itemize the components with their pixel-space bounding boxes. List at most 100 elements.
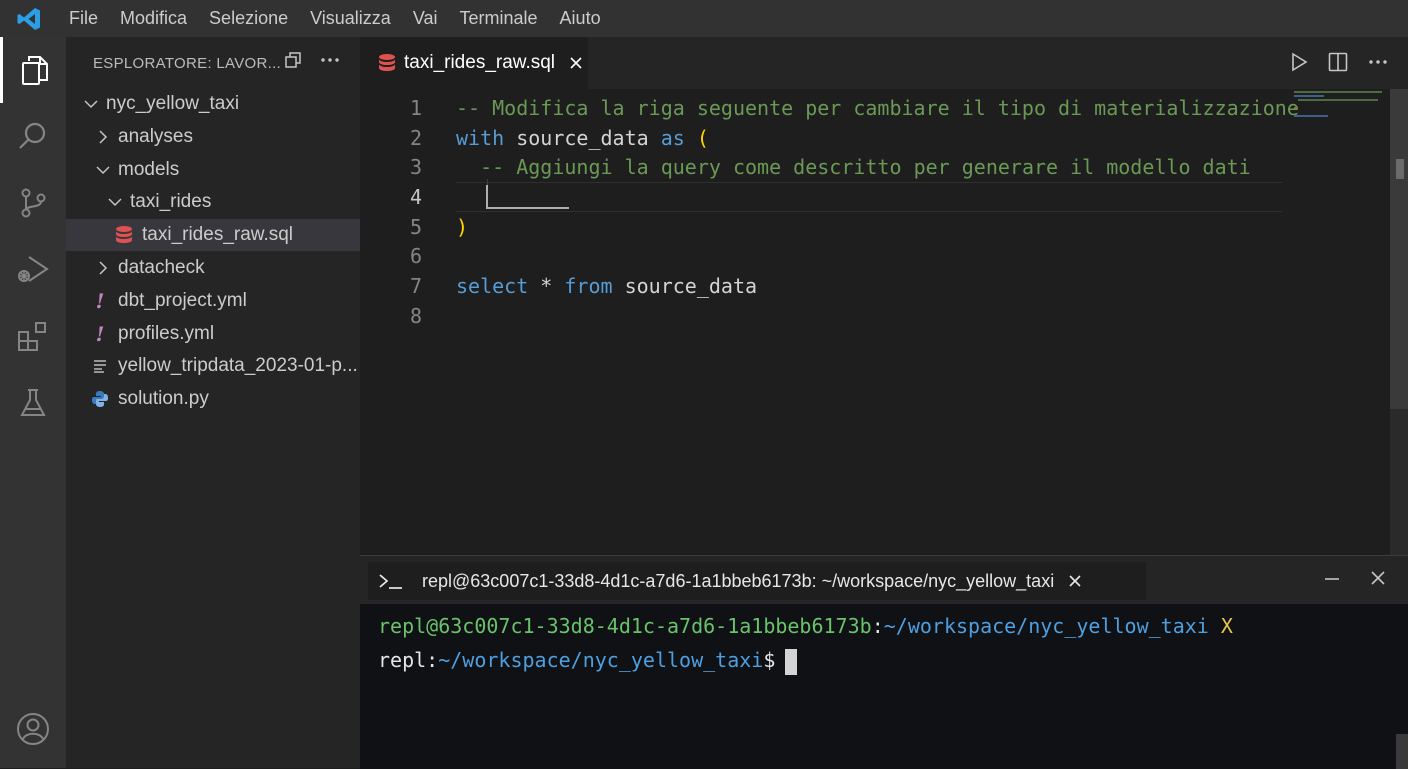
code-paren: ): [456, 215, 469, 239]
code-editor[interactable]: 1 2 3 4 5 6 7 8 -- Modifica la riga segu…: [360, 89, 1408, 555]
minimize-icon[interactable]: [1324, 570, 1340, 586]
testing-button[interactable]: [0, 370, 66, 436]
tree-file-solution-py[interactable]: solution.py: [66, 383, 384, 415]
line-number: 7: [409, 274, 422, 298]
close-icon[interactable]: [1370, 570, 1386, 586]
menu-selezione[interactable]: Selezione: [198, 0, 299, 37]
tree-file-yellow-tripdata[interactable]: yellow_tripdata_2023-01-p...: [66, 350, 384, 382]
chevron-down-icon: [96, 165, 110, 175]
terminal-path: ~/workspace/nyc_yellow_taxi: [438, 648, 764, 672]
chevron-down-icon: [84, 99, 98, 109]
explorer-button[interactable]: [0, 37, 66, 103]
code-operator: *: [528, 274, 565, 298]
code-keyword: as: [660, 126, 685, 150]
terminal-icon: [379, 574, 402, 589]
terminal-line-1: repl@63c007c1-33d8-4d1c-a7d6-1a1bbeb6173…: [378, 610, 1233, 642]
activity-bar: [0, 37, 66, 768]
tree-folder-nyc-yellow-taxi[interactable]: nyc_yellow_taxi: [66, 88, 378, 120]
code-identifier: source_data: [612, 274, 758, 298]
menu-bar: File Modifica Selezione Visualizza Vai T…: [0, 0, 1408, 37]
account-icon: [17, 713, 49, 745]
database-icon: [379, 54, 395, 71]
source-control-button[interactable]: [0, 170, 66, 236]
testing-icon: [20, 389, 46, 416]
tree-folder-analyses[interactable]: analyses: [66, 121, 390, 153]
terminal-scrollbar-thumb[interactable]: [1396, 734, 1408, 769]
close-terminal-tab-button[interactable]: [1068, 574, 1082, 588]
vscode-logo-icon: [0, 0, 58, 37]
python-file-icon: [90, 390, 110, 408]
editor-scrollbar-thumb[interactable]: [1390, 89, 1408, 409]
terminal-output[interactable]: repl@63c007c1-33d8-4d1c-a7d6-1a1bbeb6173…: [360, 604, 1408, 769]
menu-aiuto[interactable]: Aiuto: [549, 0, 612, 37]
source-control-icon: [21, 188, 46, 218]
line-number: 5: [409, 215, 422, 239]
terminal-tab-bar: repl@63c007c1-33d8-4d1c-a7d6-1a1bbeb6173…: [360, 556, 1408, 604]
split-editor-icon[interactable]: [1328, 52, 1348, 72]
more-actions-icon[interactable]: [320, 57, 340, 63]
code-keyword: select: [456, 274, 529, 298]
tree-folder-taxi-rides[interactable]: taxi_rides: [66, 186, 402, 218]
tree-label: yellow_tripdata_2023-01-p...: [118, 355, 358, 376]
extensions-button[interactable]: [0, 303, 66, 369]
minimap[interactable]: [1292, 89, 1388, 129]
tree-folder-models[interactable]: models: [66, 154, 390, 186]
explorer-sidebar: ESPLORATORE: LAVOR... nyc_yellow_taxi an…: [66, 37, 408, 768]
extensions-icon: [18, 322, 46, 351]
text-file-icon: [90, 359, 110, 373]
tree-label: profiles.yml: [118, 323, 215, 344]
search-icon: [19, 122, 46, 149]
tree-file-profiles-yml[interactable]: ! profiles.yml: [66, 318, 384, 350]
explorer-title: ESPLORATORE: LAVOR...: [93, 54, 282, 72]
editor-tab-bar: taxi_rides_raw.sql: [360, 37, 1408, 89]
close-tab-button[interactable]: [569, 56, 583, 70]
line-number: 4: [409, 185, 422, 209]
code-line-7: select * from source_data: [456, 271, 757, 301]
new-window-icon[interactable]: [284, 51, 302, 69]
code-comment: -- Modifica la riga seguente per cambiar…: [456, 96, 1299, 120]
close-icon: [570, 57, 582, 69]
terminal-line-2: repl:~/workspace/nyc_yellow_taxi$: [378, 644, 798, 676]
code-line-2: with source_data as (: [456, 123, 709, 153]
code-line-3: -- Aggiungi la query come descritto per …: [456, 152, 1251, 182]
line-number: 6: [409, 244, 422, 268]
tree-folder-datacheck[interactable]: datacheck: [66, 252, 390, 284]
account-button[interactable]: [0, 696, 66, 762]
menu-terminale[interactable]: Terminale: [449, 0, 549, 37]
menu-visualizza[interactable]: Visualizza: [299, 0, 402, 37]
chevron-down-icon: [108, 197, 122, 207]
text-caret-underline: [488, 207, 569, 209]
run-debug-button[interactable]: [0, 236, 66, 302]
terminal-user: repl:: [378, 648, 439, 672]
tree-label: taxi_rides: [130, 191, 212, 212]
yaml-file-icon: !: [95, 322, 105, 346]
tree-label: nyc_yellow_taxi: [106, 93, 240, 114]
database-icon: [114, 225, 134, 245]
terminal-cursor: [785, 648, 798, 675]
terminal-user-host: repl@63c007c1-33d8-4d1c-a7d6-1a1bbeb6173…: [378, 614, 872, 638]
code-line-5: ): [456, 212, 468, 242]
run-icon[interactable]: [1290, 52, 1308, 72]
terminal-panel: repl@63c007c1-33d8-4d1c-a7d6-1a1bbeb6173…: [360, 555, 1408, 769]
code-keyword: from: [564, 274, 613, 298]
terminal-marker: X: [1208, 614, 1233, 638]
tree-file-dbt-project-yml[interactable]: ! dbt_project.yml: [66, 285, 384, 317]
terminal-tab[interactable]: repl@63c007c1-33d8-4d1c-a7d6-1a1bbeb6173…: [368, 562, 1146, 600]
editor-tab-taxi-rides-raw-sql[interactable]: taxi_rides_raw.sql: [360, 37, 588, 89]
tree-label: taxi_rides_raw.sql: [142, 224, 294, 245]
search-button[interactable]: [0, 103, 66, 169]
run-debug-icon: [18, 256, 49, 282]
explorer-header: ESPLORATORE: LAVOR...: [66, 37, 360, 89]
line-number: 8: [409, 304, 422, 328]
terminal-prompt: $: [763, 648, 776, 672]
menu-vai[interactable]: Vai: [402, 0, 449, 37]
close-icon: [1069, 575, 1081, 587]
more-actions-icon[interactable]: [1368, 59, 1388, 65]
menu-file[interactable]: File: [58, 0, 109, 37]
tree-label: datacheck: [118, 257, 205, 278]
yaml-file-icon: !: [95, 289, 105, 313]
code-paren: (: [684, 126, 709, 150]
menu-modifica[interactable]: Modifica: [109, 0, 198, 37]
tree-file-taxi-rides-raw-sql[interactable]: taxi_rides_raw.sql: [66, 219, 408, 251]
